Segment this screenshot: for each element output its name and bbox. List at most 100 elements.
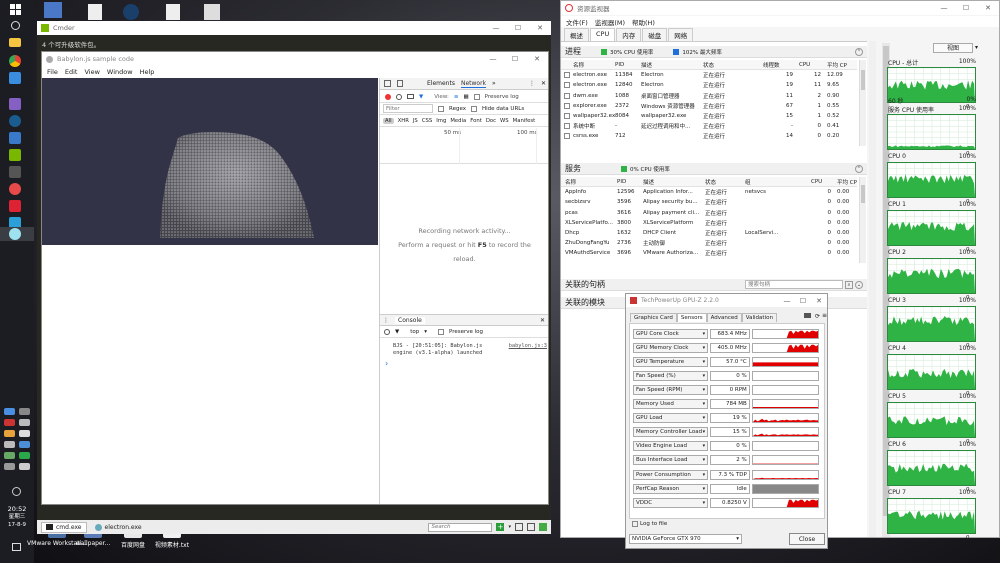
context-select[interactable]: top (410, 329, 419, 335)
list-view-icon[interactable]: ≡ (454, 94, 459, 100)
sensor-name[interactable]: Memory Used ▾ (633, 399, 709, 409)
search-icon[interactable] (11, 21, 20, 30)
tab-network[interactable]: Network (460, 80, 487, 88)
close-button[interactable]: ✕ (526, 55, 548, 63)
refresh-icon[interactable]: ⟳ (815, 313, 820, 320)
handles-header[interactable]: 关联的句柄 ⌕ ⌄ (561, 279, 867, 291)
app-icon[interactable] (9, 72, 21, 84)
table-row[interactable]: XLServicePlatfo... 3800 XLServicePlatform 正… (561, 218, 857, 228)
minimize-button[interactable]: — (482, 55, 504, 63)
view-button[interactable]: 视图 (933, 43, 973, 53)
add-tab-icon[interactable]: + (496, 523, 505, 531)
desktop-icon[interactable] (204, 4, 220, 20)
table-row[interactable]: pcas 3616 Alipay payment cli... 正在运行 0 0.00 (561, 208, 857, 218)
table-row[interactable]: 系统中断 - 延迟过程调用和中... 正在运行 - 0 0.41 (561, 121, 857, 131)
type-img[interactable]: Img (436, 118, 446, 124)
table-row[interactable]: explorer.exe 2372 Windows 资源管理器 正在运行 67 1 0.55 (561, 101, 857, 111)
dropdown-icon[interactable]: ▾ (508, 524, 511, 530)
key-icon[interactable] (4, 430, 15, 437)
inspect-icon[interactable] (384, 80, 391, 87)
type-all[interactable]: All (383, 117, 394, 124)
table-row[interactable]: secbizsrv 3596 Alipay security bu... 正在运行 0 0… (561, 197, 857, 207)
type-css[interactable]: CSS (422, 118, 432, 124)
table-row[interactable]: electron.exe 11384 Electron 正在运行 19 12 12.09 (561, 70, 857, 80)
minimize-button[interactable]: — (485, 24, 507, 32)
console-preserve-checkbox[interactable] (438, 328, 445, 335)
desktop-icon[interactable] (44, 2, 62, 18)
close-devtools-icon[interactable]: ✕ (541, 80, 546, 87)
visual-studio-icon[interactable] (9, 98, 21, 110)
chevron-down-icon[interactable]: ▾ (703, 331, 706, 337)
cmd-tab[interactable]: cmd.exe (41, 521, 87, 533)
chevron-down-icon[interactable]: ▾ (703, 500, 706, 506)
desktop-icon[interactable] (166, 4, 180, 20)
col-avg-cpu[interactable]: 平均 CPU (837, 178, 857, 186)
table-row[interactable]: wallpaper32.exe 8084 wallpaper32.exe 正在运行 15… (561, 111, 857, 121)
row-checkbox[interactable] (564, 82, 570, 89)
close-button[interactable]: ✕ (529, 24, 551, 32)
close-button[interactable]: Close (789, 533, 825, 545)
sensor-name[interactable]: GPU Core Clock ▾ (633, 328, 709, 339)
row-checkbox[interactable] (564, 113, 570, 120)
console-source-link[interactable]: babylon.js:3 (509, 343, 547, 350)
chrome-icon[interactable] (9, 55, 21, 67)
table-row[interactable]: csrss.exe 712 正在运行 14 0 0.20 (561, 131, 857, 141)
col-cpu[interactable]: CPU (799, 62, 827, 68)
minimize-button[interactable]: — (779, 297, 795, 305)
view-dropdown-icon[interactable]: ▾ (975, 44, 978, 51)
preserve-log-checkbox[interactable] (473, 93, 480, 100)
cmder-titlebar[interactable]: Cmder — ☐ ✕ (37, 21, 551, 35)
col-threads[interactable]: 线程数 (763, 61, 799, 69)
sensor-name[interactable]: VDDC ▾ (633, 497, 709, 508)
tab-overview[interactable]: 概述 (564, 28, 589, 41)
tab-graphics-card[interactable]: Graphics Card (630, 313, 677, 322)
tab-memory[interactable]: 内存 (616, 28, 642, 41)
tab-network[interactable]: 网络 (668, 28, 694, 41)
more-options-icon[interactable]: ⋮ (529, 80, 535, 87)
electron-icon[interactable] (9, 228, 21, 240)
maximize-button[interactable]: ☐ (507, 24, 529, 32)
maximize-button[interactable]: ☐ (795, 297, 811, 305)
menu-window[interactable]: Window (107, 68, 133, 76)
media-icon[interactable] (9, 200, 21, 212)
gpuz-titlebar[interactable]: TechPowerUp GPU-Z 2.2.0 — ☐ ✕ (626, 294, 827, 307)
desktop-icon[interactable] (88, 4, 102, 20)
tab-elements[interactable]: Elements (427, 80, 455, 87)
col-pid[interactable]: PID (617, 179, 643, 185)
log-to-file[interactable]: Log to file (632, 521, 667, 527)
menu-monitor[interactable]: 监视器(M) (595, 17, 625, 27)
type-js[interactable]: JS (413, 118, 418, 124)
col-status[interactable]: 状态 (705, 178, 745, 186)
sensor-name[interactable]: Bus Interface Load ▾ (633, 455, 709, 466)
tab-cpu[interactable]: CPU (590, 28, 616, 41)
row-checkbox[interactable] (564, 92, 570, 99)
record-icon[interactable] (385, 93, 391, 100)
network-tray-icon[interactable] (12, 487, 21, 496)
chevron-down-icon[interactable]: ▾ (703, 345, 706, 351)
sensor-name[interactable]: Fan Speed (RPM) ▾ (633, 384, 709, 395)
device-icon[interactable] (397, 80, 403, 87)
col-status[interactable]: 状态 (703, 61, 763, 69)
menu-icon[interactable]: ≡ (822, 312, 827, 319)
camera-icon[interactable] (804, 313, 811, 318)
sensor-name[interactable]: PerfCap Reason ▾ (633, 483, 709, 494)
menu-file[interactable]: File (47, 68, 58, 76)
type-media[interactable]: Media (450, 118, 466, 124)
close-drawer-icon[interactable]: ✕ (540, 317, 545, 324)
col-name[interactable]: 名称 (565, 178, 617, 186)
sensor-name[interactable]: Fan Speed (%) ▾ (633, 370, 709, 381)
split-icon[interactable] (515, 523, 523, 531)
sensor-name[interactable]: Power Consumption ▾ (633, 469, 709, 480)
services-header[interactable]: 服务 0% CPU 使用率 ⌃ (561, 163, 867, 175)
row-checkbox[interactable] (564, 133, 570, 140)
table-row[interactable]: dwm.exe 1088 桌面窗口管理器 正在运行 11 2 0.90 (561, 91, 857, 101)
chevron-down-icon[interactable]: ▾ (703, 457, 706, 463)
search-input[interactable] (428, 522, 493, 532)
close-button[interactable]: ✕ (977, 4, 999, 12)
col-avg-cpu[interactable]: 平均 CPU (827, 61, 847, 69)
electron-tab[interactable]: electron.exe (91, 522, 146, 533)
more-tabs-icon[interactable]: » (492, 80, 496, 87)
folder-icon[interactable] (9, 38, 21, 47)
browser-icon[interactable] (9, 183, 21, 195)
desktop-icon[interactable] (123, 4, 139, 20)
